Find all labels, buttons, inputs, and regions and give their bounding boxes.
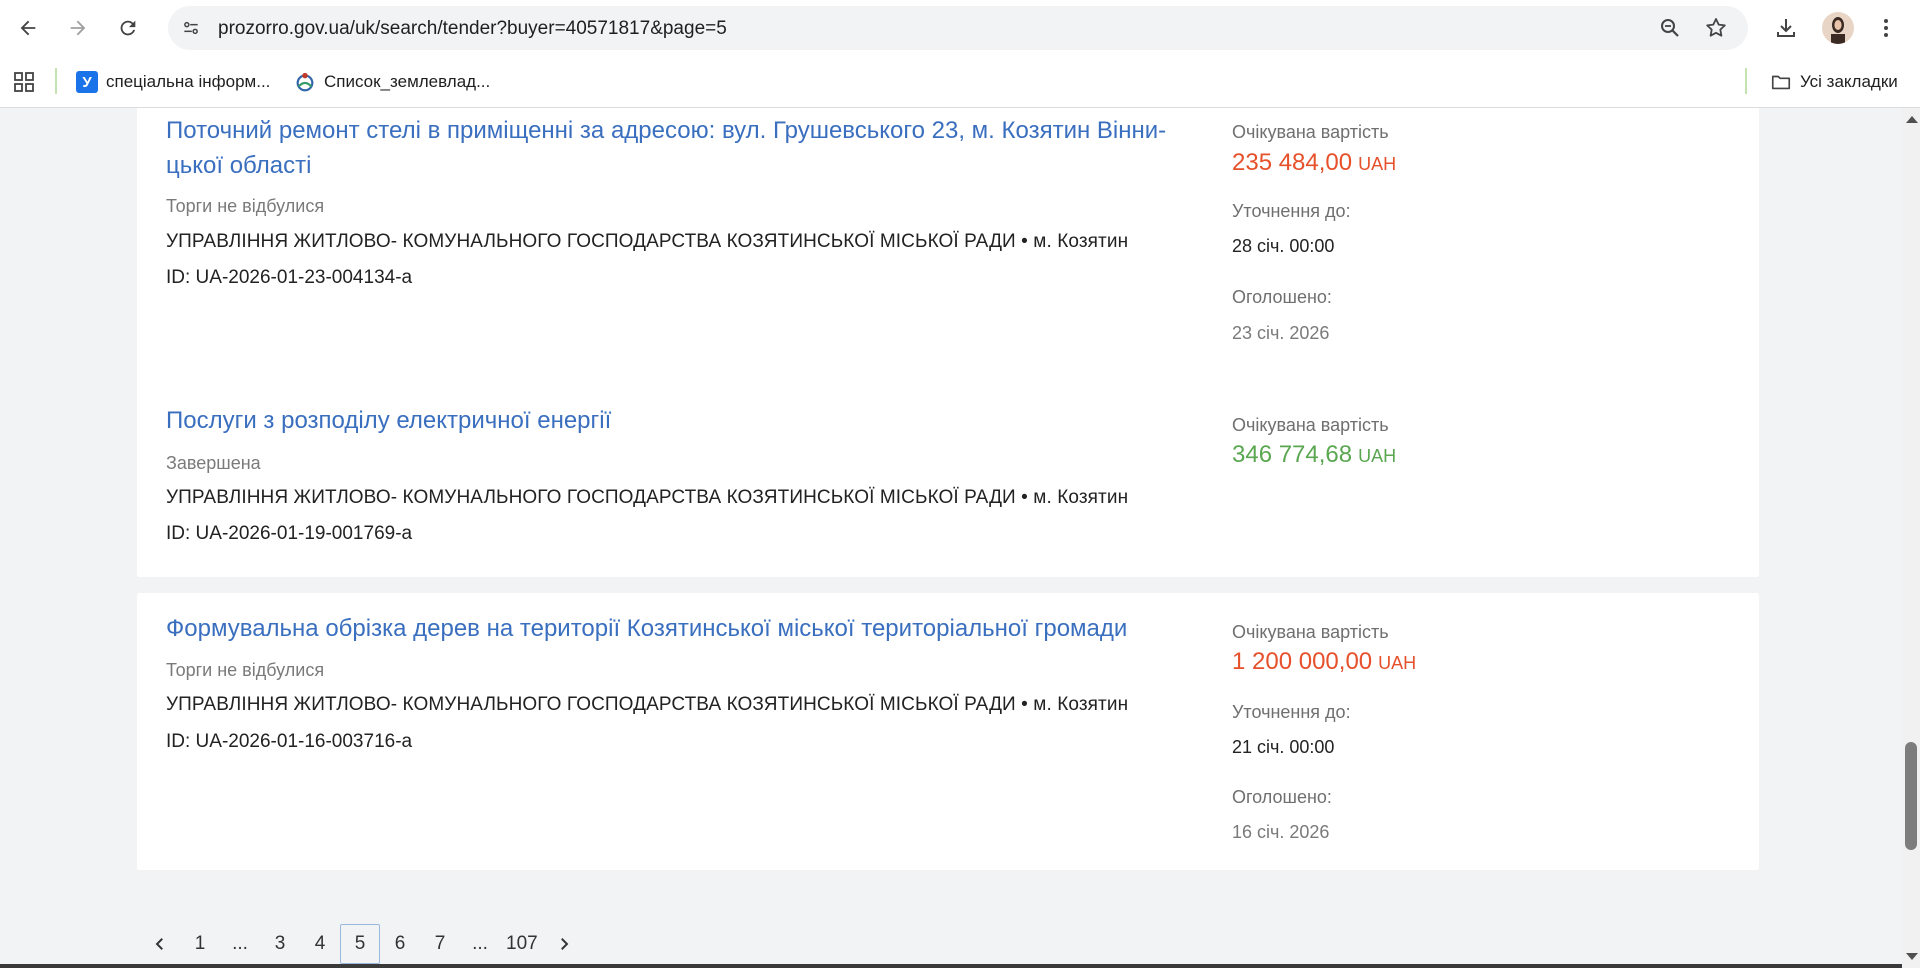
more-menu-icon[interactable] xyxy=(1872,14,1900,42)
address-bar[interactable]: prozorro.gov.ua/uk/search/tender?buyer=4… xyxy=(168,6,1748,50)
tender-buyer: УПРАВЛІННЯ ЖИТЛОВО- КОМУНАЛЬНОГО ГОСПОДА… xyxy=(166,487,1129,508)
page-link[interactable]: 107 xyxy=(500,924,544,964)
clarify-until-label: Уточнення до: xyxy=(1232,201,1351,221)
reload-icon xyxy=(120,20,136,36)
tender-title-link[interactable]: Поточний ремонт стелі в приміщенні за ад… xyxy=(166,113,1196,183)
price-amount: 1 200 000,00 xyxy=(1232,648,1373,675)
announced-label: Оголошено: xyxy=(1232,287,1332,307)
price-currency: UAH xyxy=(1358,154,1397,174)
next-page-button[interactable] xyxy=(544,924,584,964)
zoom-icon[interactable] xyxy=(1658,16,1682,40)
browser-toolbar: prozorro.gov.ua/uk/search/tender?buyer=4… xyxy=(0,0,1920,56)
expected-value-label: Очікувана вартість xyxy=(1232,415,1389,435)
clarify-until-label: Уточнення до: xyxy=(1232,702,1351,722)
wikimedia-favicon xyxy=(296,72,314,92)
tender-id: ID: UA-2026-01-19-001769-a xyxy=(166,523,413,544)
bookmarks-bar: У спеціальна інформ... Список_землевлад.… xyxy=(0,56,1920,108)
price-currency: UAH xyxy=(1378,653,1417,673)
reload-button[interactable] xyxy=(110,10,146,46)
scroll-down-arrow-icon[interactable] xyxy=(1906,953,1918,960)
all-bookmarks-label: Усі закладки xyxy=(1800,72,1898,91)
bookmark-item[interactable]: Список_землевлад... xyxy=(294,68,490,96)
price-currency: UAH xyxy=(1358,446,1397,466)
clarify-until-value: 21 січ. 00:00 xyxy=(1232,737,1335,757)
page-ellipsis: ... xyxy=(232,933,248,954)
bookmarks-separator xyxy=(55,68,57,94)
prev-page-button[interactable] xyxy=(140,924,180,964)
expected-value-label: Очікувана вартість xyxy=(1232,122,1389,142)
expected-value: 1 200 000,00 UAH xyxy=(1232,648,1416,676)
downloads-icon[interactable] xyxy=(1772,14,1800,42)
announced-value: 16 січ. 2026 xyxy=(1232,822,1330,842)
bookmark-label: спеціальна інформ... xyxy=(106,72,271,91)
pagination: 1 ... 3 4 5 6 7 ... 107 xyxy=(140,922,584,966)
tender-title-line: цької області xyxy=(166,152,312,179)
tender-buyer: УПРАВЛІННЯ ЖИТЛОВО- КОМУНАЛЬНОГО ГОСПОДА… xyxy=(166,231,1129,252)
page-scrollbar[interactable] xyxy=(1902,108,1920,968)
bookmarks-separator xyxy=(1745,68,1747,94)
bookmark-star-icon[interactable] xyxy=(1704,16,1728,40)
tender-status: Завершена xyxy=(166,453,261,473)
chevron-right-icon xyxy=(560,938,569,950)
chevron-left-icon xyxy=(155,938,163,950)
expected-value: 235 484,00 UAH xyxy=(1232,149,1396,177)
price-amount: 235 484,00 xyxy=(1232,149,1353,176)
tender-id: ID: UA-2026-01-16-003716-a xyxy=(166,731,413,752)
profile-avatar[interactable] xyxy=(1822,12,1854,44)
page-link[interactable]: 4 xyxy=(300,924,340,964)
announced-value: 23 січ. 2026 xyxy=(1232,323,1330,343)
price-amount: 346 774,68 xyxy=(1232,441,1353,468)
tender-status: Торги не відбулися xyxy=(166,660,325,680)
page-link[interactable]: 7 xyxy=(420,924,460,964)
page-ellipsis: ... xyxy=(472,933,488,954)
page-link[interactable]: 3 xyxy=(260,924,300,964)
arrow-left-icon xyxy=(20,20,36,36)
expected-value-label: Очікувана вартість xyxy=(1232,622,1389,642)
tender-status: Торги не відбулися xyxy=(166,196,325,216)
taskbar-edge xyxy=(0,964,1902,968)
scrollbar-thumb[interactable] xyxy=(1905,742,1917,850)
bookmark-label: Список_землевлад... xyxy=(324,72,491,91)
tender-title-link[interactable]: Послуги з розподілу електричної енергії xyxy=(166,403,1196,438)
site-info-icon[interactable] xyxy=(178,15,204,41)
page-viewport: Поточний ремонт стелі в приміщенні за ад… xyxy=(0,108,1902,968)
forward-button[interactable] xyxy=(60,10,96,46)
apps-grid-icon[interactable] xyxy=(12,70,36,94)
announced-label: Оголошено: xyxy=(1232,787,1332,807)
arrow-right-icon xyxy=(70,20,86,36)
expected-value: 346 774,68 UAH xyxy=(1232,441,1396,469)
bookmark-item[interactable]: У спеціальна інформ... xyxy=(76,68,270,96)
clarify-until-value: 28 січ. 00:00 xyxy=(1232,236,1335,256)
tender-title-line: Поточний ремонт стелі в приміщенні за ад… xyxy=(166,117,1167,144)
ukrainian-u-favicon: У xyxy=(76,71,98,93)
scroll-up-arrow-icon[interactable] xyxy=(1906,116,1918,123)
tender-id: ID: UA-2026-01-23-004134-a xyxy=(166,267,413,288)
page-link-current[interactable]: 5 xyxy=(340,924,380,964)
url-text[interactable]: prozorro.gov.ua/uk/search/tender?buyer=4… xyxy=(218,18,727,40)
page-link[interactable]: 6 xyxy=(380,924,420,964)
all-bookmarks-button[interactable]: Усі закладки xyxy=(1770,68,1898,96)
tender-buyer: УПРАВЛІННЯ ЖИТЛОВО- КОМУНАЛЬНОГО ГОСПОДА… xyxy=(166,694,1129,715)
folder-icon xyxy=(1771,75,1791,90)
back-button[interactable] xyxy=(10,10,46,46)
tender-card: Формувальна обрізка дерев на території К… xyxy=(137,593,1759,870)
tender-card: Послуги з розподілу електричної енергії … xyxy=(137,385,1759,577)
tender-title-link[interactable]: Формувальна обрізка дерев на території К… xyxy=(166,611,1226,646)
page-link[interactable]: 1 xyxy=(180,924,220,964)
